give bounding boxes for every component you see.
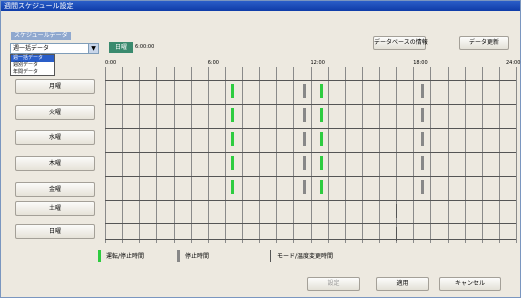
schedule-mark-line[interactable]	[396, 204, 398, 218]
data-update-button[interactable]: データ更新	[459, 36, 509, 50]
schedule-mark-gray[interactable]	[302, 84, 306, 98]
row-gridline	[105, 104, 516, 105]
hour-gridline	[413, 67, 415, 243]
schedule-mark-green[interactable]	[230, 108, 234, 122]
hour-gridline	[105, 67, 106, 243]
schedule-mark-green[interactable]	[319, 156, 323, 170]
legend-gray-label: 停止時間	[185, 253, 210, 260]
schedule-mark-green[interactable]	[230, 180, 234, 194]
dropdown-option[interactable]: 週別データ	[11, 62, 54, 69]
hour-gridline	[276, 67, 278, 243]
schedule-mark-green[interactable]	[230, 156, 234, 170]
schedule-mark-gray[interactable]	[420, 156, 424, 170]
hour-gridline	[293, 67, 295, 243]
day-button-fri[interactable]: 金曜	[15, 182, 95, 197]
day-button-sun[interactable]: 日曜	[15, 224, 95, 239]
schedule-mark-gray[interactable]	[420, 108, 424, 122]
hour-gridline	[242, 67, 243, 243]
schedule-mark-green[interactable]	[319, 180, 323, 194]
schedule-mark-gray[interactable]	[420, 132, 424, 146]
hour-gridline	[327, 67, 329, 243]
apply-button[interactable]: 適用	[376, 277, 429, 291]
selected-day-tag: 日曜	[109, 42, 133, 53]
title-bar: 週間スケジュール設定	[1, 1, 520, 11]
schedule-data-label: スケジュールデータ	[11, 32, 71, 40]
gray-legend-icon	[177, 250, 180, 262]
schedule-type-dropdown[interactable]: 週一括データ ▼	[10, 43, 99, 54]
row-gridline	[105, 152, 516, 153]
day-button-sat[interactable]: 土曜	[15, 201, 95, 216]
schedule-window: 週間スケジュール設定 スケジュールデータ 週一括データ ▼ 週一括データ 週別デ…	[0, 0, 521, 298]
schedule-mark-green[interactable]	[230, 84, 234, 98]
dropdown-option[interactable]: 週一括データ	[11, 55, 54, 62]
day-button-wed[interactable]: 水曜	[15, 130, 95, 145]
row-gridline	[105, 239, 516, 240]
set-button[interactable]: 設定	[307, 277, 360, 291]
schedule-mark-gray[interactable]	[302, 180, 306, 194]
legend-line-label: モード/温度変更時間	[277, 253, 334, 260]
hour-gridline	[447, 67, 449, 243]
hour-label: 6:00	[207, 60, 219, 66]
schedule-mark-green[interactable]	[319, 108, 323, 122]
day-button-mon[interactable]: 月曜	[15, 79, 95, 94]
schedule-mark-green[interactable]	[319, 132, 323, 146]
time-info-field: 6:00:00	[135, 44, 155, 50]
hour-gridline	[481, 67, 483, 243]
hour-label: 12:00	[310, 60, 325, 66]
hour-label: 0:00	[105, 60, 117, 66]
row-gridline	[105, 176, 516, 177]
hour-gridline	[207, 67, 209, 243]
schedule-mark-line[interactable]	[396, 227, 398, 241]
hour-gridline	[224, 67, 226, 243]
schedule-mark-green[interactable]	[319, 84, 323, 98]
dropdown-options: 週一括データ 週別データ 年間データ	[10, 54, 55, 76]
hour-gridline	[139, 67, 141, 243]
dropdown-value: 週一括データ	[13, 45, 50, 52]
hour-gridline	[259, 67, 261, 243]
schedule-mark-gray[interactable]	[420, 180, 424, 194]
hour-gridline	[379, 67, 380, 243]
hour-gridline	[122, 67, 124, 243]
cancel-button[interactable]: キャンセル	[439, 277, 501, 291]
hour-gridline	[173, 67, 175, 243]
legend-green-label: 運転/停止時間	[106, 253, 145, 260]
schedule-mark-gray[interactable]	[302, 132, 306, 146]
hour-gridline	[498, 67, 500, 243]
schedule-mark-gray[interactable]	[420, 84, 424, 98]
hour-gridline	[156, 67, 158, 243]
hour-gridline	[344, 67, 346, 243]
row-gridline	[105, 80, 516, 81]
hour-gridline	[464, 67, 466, 243]
row-gridline	[105, 128, 516, 129]
day-button-tue[interactable]: 火曜	[15, 105, 95, 120]
window-title: 週間スケジュール設定	[4, 2, 74, 10]
schedule-mark-green[interactable]	[230, 132, 234, 146]
hour-gridline	[310, 67, 312, 243]
hour-label: 18:00	[413, 60, 428, 66]
line-legend-icon	[270, 250, 271, 262]
hour-gridline	[430, 67, 432, 243]
database-info-button[interactable]: データベースの情報	[373, 36, 428, 50]
row-gridline	[105, 223, 516, 224]
dropdown-option[interactable]: 年間データ	[11, 69, 54, 76]
chevron-down-icon[interactable]: ▼	[88, 44, 98, 53]
green-legend-icon	[98, 250, 101, 262]
hour-gridline	[361, 67, 363, 243]
hour-gridline	[516, 67, 517, 243]
schedule-mark-gray[interactable]	[302, 156, 306, 170]
row-gridline	[105, 200, 516, 201]
hour-gridline	[190, 67, 192, 243]
day-button-thu[interactable]: 木曜	[15, 156, 95, 171]
hour-label: 24:00	[506, 60, 521, 66]
schedule-mark-gray[interactable]	[302, 108, 306, 122]
